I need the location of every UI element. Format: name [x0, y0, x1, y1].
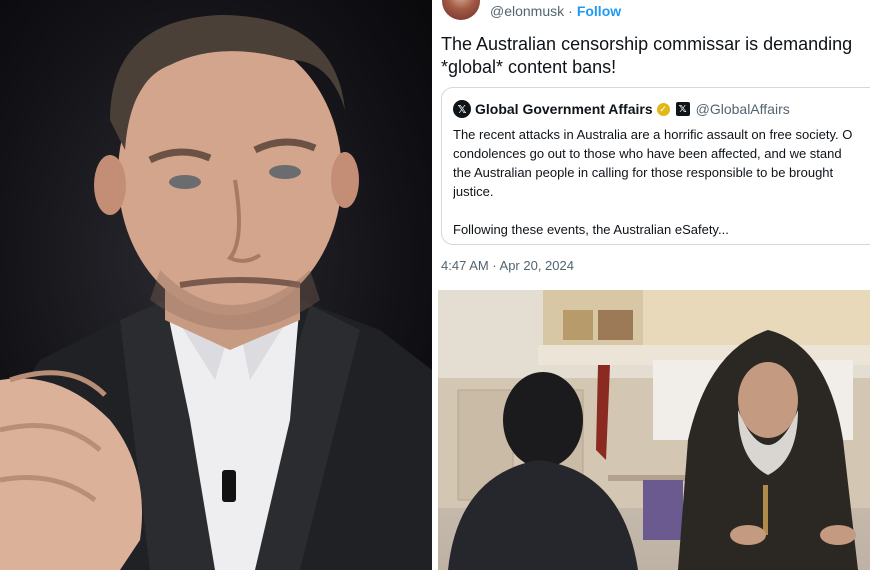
tweet-timestamp[interactable]: 4:47 AM · Apr 20, 2024: [441, 258, 574, 273]
quoted-body-line: Following these events, the Australian e…: [453, 222, 729, 237]
quoted-body-line: the Australian people in calling for tho…: [453, 165, 834, 180]
tweet-screenshot: @elonmusk · Follow The Australian censor…: [438, 0, 870, 290]
tweet-text: The Australian censorship commissar is d…: [441, 33, 866, 79]
tweet-text-line: *global* content bans!: [441, 57, 617, 77]
tweet-header: @elonmusk · Follow: [438, 0, 870, 22]
quoted-tweet-header: 𝕏 Global Government Affairs ✓ 𝕏 @GlobalA…: [453, 100, 790, 118]
church-scene-illustration: [438, 290, 870, 570]
quoted-body-line: justice.: [453, 184, 494, 199]
avatar[interactable]: [442, 0, 480, 20]
separator-dot: ·: [568, 3, 573, 19]
left-photo-man-in-suit: [0, 0, 432, 570]
quoted-body-line: condolences go out to those who have bee…: [453, 146, 842, 161]
quoted-body-line: The recent attacks in Australia are a ho…: [453, 127, 853, 142]
gold-check-icon: ✓: [656, 102, 670, 116]
portrait-illustration: [0, 15, 432, 570]
follow-button[interactable]: Follow: [577, 3, 621, 19]
right-photo-church-scene: [438, 290, 870, 570]
author-handle[interactable]: @elonmusk: [490, 3, 564, 19]
quoted-author-handle: @GlobalAffairs: [695, 101, 790, 117]
quoted-tweet-body: The recent attacks in Australia are a ho…: [453, 125, 870, 239]
quoted-tweet-card[interactable]: 𝕏 Global Government Affairs ✓ 𝕏 @GlobalA…: [441, 87, 870, 245]
x-logo-icon: 𝕏: [453, 100, 471, 118]
x-affiliate-badge-icon: 𝕏: [675, 102, 690, 116]
quoted-author-name: Global Government Affairs: [475, 101, 653, 117]
tweet-text-line: The Australian censorship commissar is d…: [441, 34, 853, 54]
